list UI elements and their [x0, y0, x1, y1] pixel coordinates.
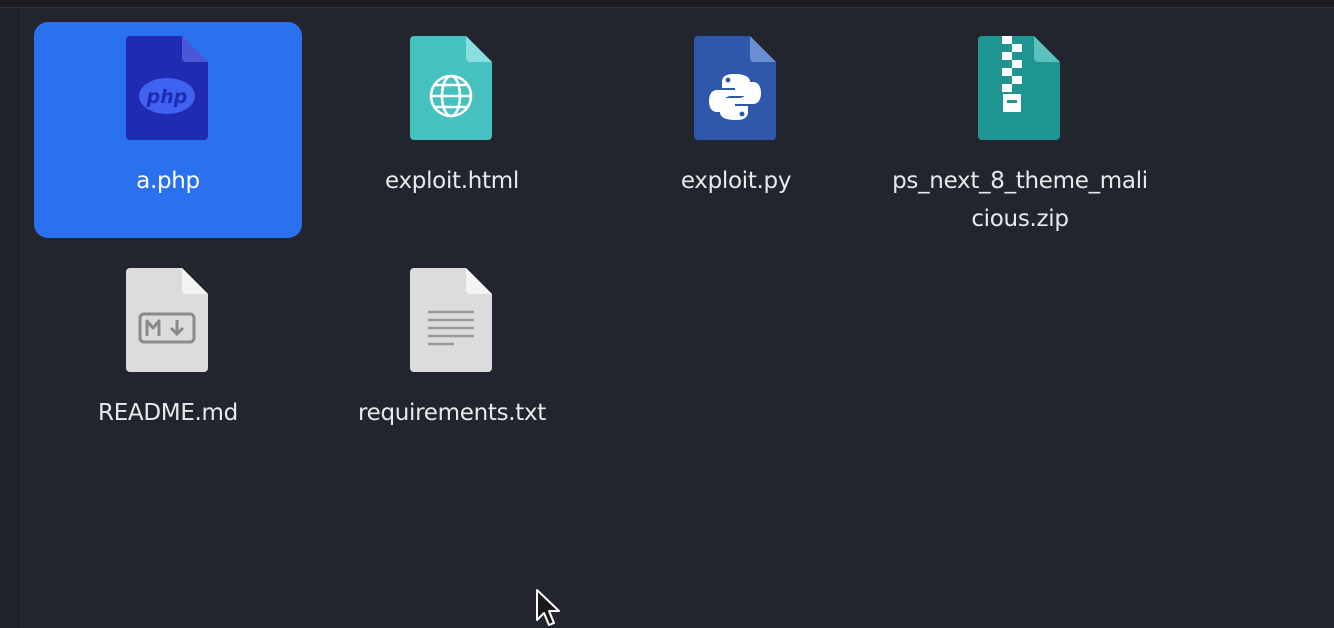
file-grid-view[interactable]: php a.php exploit.html exploit.py ps_nex…	[20, 8, 1334, 628]
file-item-zip-archive[interactable]: ps_next_8_theme_malicious.zip	[886, 22, 1154, 238]
file-name: exploit.html	[385, 168, 519, 194]
file-name: ps_next_8_theme_malicious.zip	[892, 168, 1148, 232]
file-manager-window: php a.php exploit.html exploit.py ps_nex…	[0, 0, 1334, 628]
toolbar-border	[0, 0, 1334, 8]
php-file-icon: php	[124, 34, 210, 142]
sidebar-pane[interactable]	[0, 8, 19, 628]
svg-text:php: php	[146, 86, 188, 108]
file-item-exploit-py[interactable]: exploit.py	[602, 22, 870, 238]
zip-file-icon	[976, 34, 1062, 142]
file-item-readme-md[interactable]: README.md	[34, 254, 302, 470]
markdown-file-icon	[124, 266, 210, 374]
file-name: exploit.py	[680, 168, 792, 194]
text-file-icon	[408, 266, 494, 374]
mouse-pointer-icon	[535, 588, 561, 628]
file-item-requirements-txt[interactable]: requirements.txt	[318, 254, 586, 470]
python-file-icon	[692, 34, 778, 142]
html-file-icon	[408, 34, 494, 142]
file-item-exploit-html[interactable]: exploit.html	[318, 22, 586, 238]
file-name: a.php	[136, 168, 200, 194]
file-item-a-php[interactable]: php a.php	[34, 22, 302, 238]
file-name: README.md	[98, 400, 238, 426]
file-name: requirements.txt	[357, 400, 547, 426]
